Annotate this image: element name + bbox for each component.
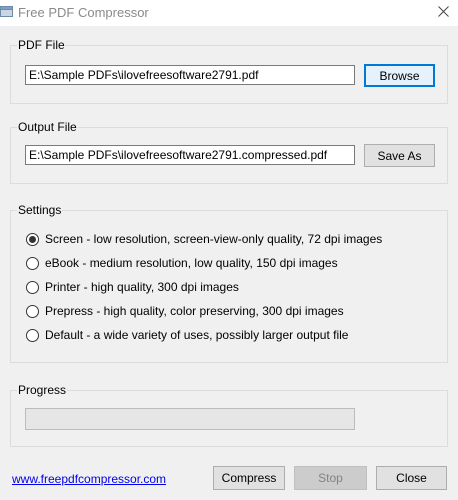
setting-option-prepress[interactable]: Prepress - high quality, color preservin… [26,303,344,319]
website-link[interactable]: www.freepdfcompressor.com [12,472,166,486]
setting-option-label: Default - a wide variety of uses, possib… [45,328,349,342]
close-icon [437,6,449,20]
radio-button[interactable] [26,304,39,318]
window-title: Free PDF Compressor [18,5,149,20]
compress-button[interactable]: Compress [213,466,285,490]
radio-button[interactable] [26,256,39,270]
save-as-button[interactable]: Save As [364,144,435,167]
progress-group-label: Progress [17,383,68,397]
radio-button[interactable] [26,280,39,294]
radio-button[interactable] [26,232,39,246]
setting-option-label: Prepress - high quality, color preservin… [45,304,344,318]
stop-button[interactable]: Stop [294,466,367,490]
progress-bar [25,408,355,430]
setting-option-label: Printer - high quality, 300 dpi images [45,280,239,294]
browse-button[interactable]: Browse [364,64,435,87]
pdf-file-path-input[interactable] [25,65,355,85]
output-file-path-input[interactable] [25,145,355,165]
setting-option-ebook[interactable]: eBook - medium resolution, low quality, … [26,255,338,271]
close-button[interactable]: Close [376,466,447,490]
settings-group-label: Settings [17,203,63,217]
pdf-file-group-label: PDF File [17,38,66,52]
setting-option-label: Screen - low resolution, screen-view-onl… [45,232,383,246]
setting-option-label: eBook - medium resolution, low quality, … [45,256,338,270]
radio-button[interactable] [26,328,39,342]
setting-option-default[interactable]: Default - a wide variety of uses, possib… [26,327,348,343]
title-bar: Free PDF Compressor [0,0,458,26]
output-file-group-label: Output File [17,120,78,134]
pdf-app-icon [0,6,13,17]
window-close-button[interactable] [428,0,458,26]
setting-option-screen[interactable]: Screen - low resolution, screen-view-onl… [26,231,382,247]
setting-option-printer[interactable]: Printer - high quality, 300 dpi images [26,279,239,295]
app-window: Free PDF Compressor PDF File Browse Outp… [0,0,458,500]
